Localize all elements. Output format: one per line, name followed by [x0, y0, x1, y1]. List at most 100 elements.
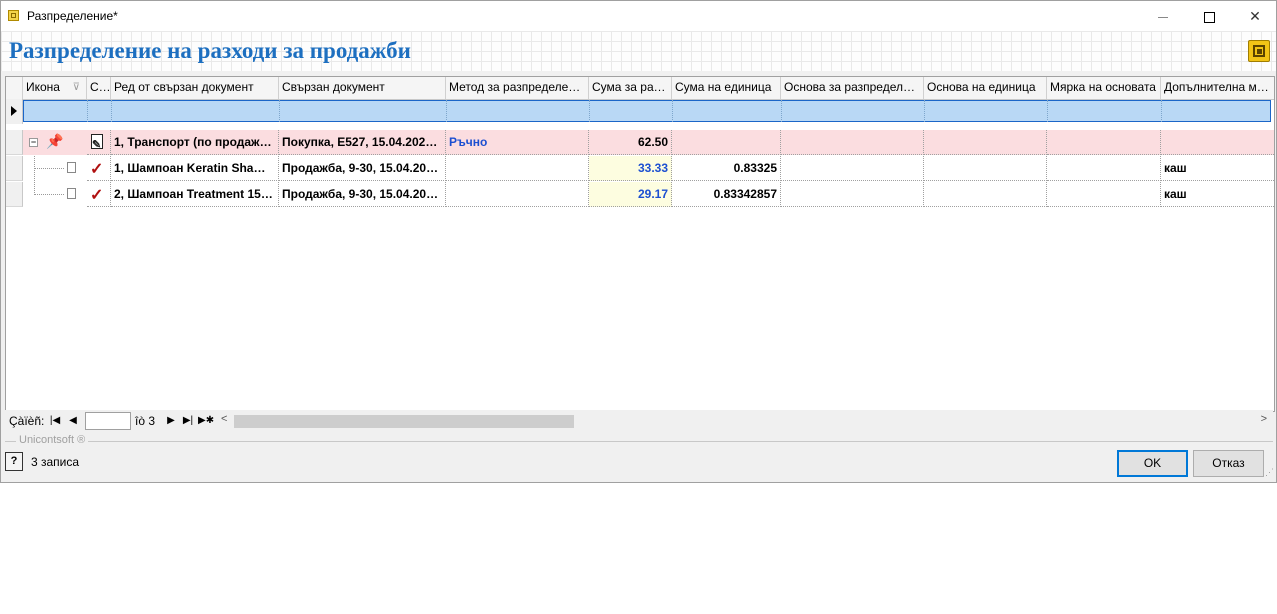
check-icon: ✓ — [90, 187, 104, 204]
unit-amount-cell[interactable] — [672, 130, 781, 155]
new-row[interactable] — [6, 99, 1274, 124]
divider — [1047, 100, 1048, 122]
document-cell[interactable]: Продажба, 9-30, 15.04.202... — [279, 156, 446, 181]
brand-label: Unicontsoft ® — [16, 434, 89, 446]
method-cell[interactable] — [446, 182, 589, 207]
unit-basis-cell[interactable] — [924, 156, 1047, 181]
current-row-arrow-icon — [11, 106, 17, 116]
document-icon — [67, 188, 76, 199]
row-selector[interactable] — [6, 182, 23, 207]
basis-unit-cell[interactable] — [1047, 182, 1161, 207]
column-header-extra-unit[interactable]: Допълнителна мя... — [1161, 77, 1274, 99]
previous-record-icon[interactable]: ◀ — [65, 413, 81, 429]
column-header-basis-unit[interactable]: Мярка на основата — [1047, 77, 1161, 99]
help-button[interactable]: ? — [5, 452, 23, 471]
amount-cell[interactable]: 33.33 — [589, 156, 672, 181]
page-title: Разпределение на разходи за продажби — [9, 38, 411, 63]
divider — [111, 100, 112, 122]
column-header-row: Икона ⊽ С... Ред от свързан документ Свър… — [6, 77, 1274, 100]
resize-grip-icon[interactable]: ⋰ — [1265, 467, 1275, 479]
divider — [87, 100, 88, 122]
last-record-icon[interactable]: ▶| — [180, 413, 196, 429]
unit-amount-cell[interactable]: 0.83325 — [672, 156, 781, 181]
status-cell: ✓ — [87, 156, 111, 181]
basis-cell[interactable] — [781, 156, 924, 181]
ok-button[interactable]: OK — [1117, 450, 1188, 477]
collapse-icon[interactable]: − — [29, 138, 38, 147]
new-record-icon[interactable]: ▶✱ — [198, 413, 214, 429]
document-cell[interactable]: Продажба, 9-30, 15.04.202... — [279, 182, 446, 207]
column-header-line[interactable]: Ред от свързан документ — [111, 77, 279, 99]
method-cell[interactable] — [446, 156, 589, 181]
method-cell[interactable]: Ръчно — [446, 130, 589, 155]
horizontal-scrollbar[interactable]: < > — [221, 413, 1269, 429]
window-title: Разпределение* — [27, 9, 118, 23]
check-icon: ✓ — [90, 161, 104, 178]
column-header-icon[interactable]: Икона ⊽ — [23, 77, 87, 99]
row-icon-cell — [23, 182, 87, 207]
table-row[interactable]: ✓ 2, Шампоан Treatment 150... Продажба, … — [6, 182, 1274, 207]
dialog-window: Разпределение* ✕ Разпределение на разход… — [0, 0, 1277, 483]
table-row-parent[interactable]: − 📌 1, Транспорт (по продажб... Покупка,… — [6, 130, 1274, 155]
divider — [5, 441, 1273, 442]
unicontsoft-logo-icon — [1248, 40, 1270, 62]
filter-icon[interactable]: ⊽ — [73, 77, 80, 98]
column-header-status[interactable]: С... — [87, 77, 111, 99]
line-cell[interactable]: 1, Транспорт (по продажб... — [111, 130, 279, 155]
divider — [781, 100, 782, 122]
maximize-icon — [1203, 11, 1215, 23]
divider — [1161, 100, 1162, 122]
extra-unit-cell[interactable] — [1161, 130, 1274, 155]
first-record-icon[interactable]: |◀ — [47, 413, 63, 429]
line-cell[interactable]: 1, Шампоан Keratin Shamp... — [111, 156, 279, 181]
table-row[interactable]: ✓ 1, Шампоан Keratin Shamp... Продажба, … — [6, 156, 1274, 181]
row-selector[interactable] — [6, 156, 23, 181]
record-number-input[interactable] — [85, 412, 131, 430]
column-header-method[interactable]: Метод за разпределение — [446, 77, 589, 99]
close-button[interactable]: ✕ — [1232, 1, 1277, 31]
pin-icon: 📌 — [46, 133, 64, 149]
divider — [279, 100, 280, 122]
title-bar: Разпределение* ✕ — [1, 1, 1276, 31]
document-cell[interactable]: Покупка, E527, 15.04.2024,... — [279, 130, 446, 155]
maximize-button[interactable] — [1186, 1, 1232, 31]
row-selector[interactable] — [6, 130, 23, 155]
scroll-right-icon[interactable]: > — [1261, 413, 1267, 425]
status-cell: ✓ — [87, 182, 111, 207]
row-selector[interactable] — [6, 99, 23, 124]
minimize-button[interactable] — [1140, 1, 1186, 31]
basis-cell[interactable] — [781, 130, 924, 155]
row-icon-cell — [23, 156, 87, 181]
extra-unit-cell[interactable]: каш — [1161, 182, 1274, 207]
unit-amount-cell[interactable]: 0.83342857 — [672, 182, 781, 207]
basis-cell[interactable] — [781, 182, 924, 207]
row-icon-cell: − 📌 — [23, 130, 87, 155]
unit-basis-cell[interactable] — [924, 130, 1047, 155]
form-header: Разпределение на разходи за продажби — [1, 31, 1276, 71]
cancel-button[interactable]: Отказ — [1193, 450, 1264, 477]
scrollbar-thumb[interactable] — [234, 415, 574, 428]
column-header-unit-amount[interactable]: Сума на единица — [672, 77, 781, 99]
unit-basis-cell[interactable] — [924, 182, 1047, 207]
new-row-editor[interactable] — [23, 100, 1271, 122]
close-icon: ✕ — [1249, 8, 1261, 24]
minimize-icon — [1158, 16, 1168, 18]
next-record-icon[interactable]: ▶ — [163, 413, 179, 429]
basis-unit-cell[interactable] — [1047, 130, 1161, 155]
column-header-amount[interactable]: Сума за раз... — [589, 77, 672, 99]
status-cell — [87, 130, 111, 155]
column-header-document[interactable]: Свързан документ — [279, 77, 446, 99]
scroll-left-icon[interactable]: < — [221, 413, 227, 425]
amount-cell[interactable]: 29.17 — [589, 182, 672, 207]
divider — [446, 100, 447, 122]
extra-unit-cell[interactable]: каш — [1161, 156, 1274, 181]
amount-cell[interactable]: 62.50 — [589, 130, 672, 155]
column-header-unit-basis[interactable]: Основа на единица — [924, 77, 1047, 99]
navigator-label: Çàïèñ: — [9, 414, 45, 428]
tree-line — [34, 194, 64, 195]
basis-unit-cell[interactable] — [1047, 156, 1161, 181]
line-cell[interactable]: 2, Шампоан Treatment 150... — [111, 182, 279, 207]
column-header-label: Икона — [26, 80, 60, 94]
record-navigator: Çàïèñ: |◀ ◀ îò 3 ▶ ▶| ▶✱ < > — [5, 410, 1273, 432]
column-header-basis[interactable]: Основа за разпределяне — [781, 77, 924, 99]
